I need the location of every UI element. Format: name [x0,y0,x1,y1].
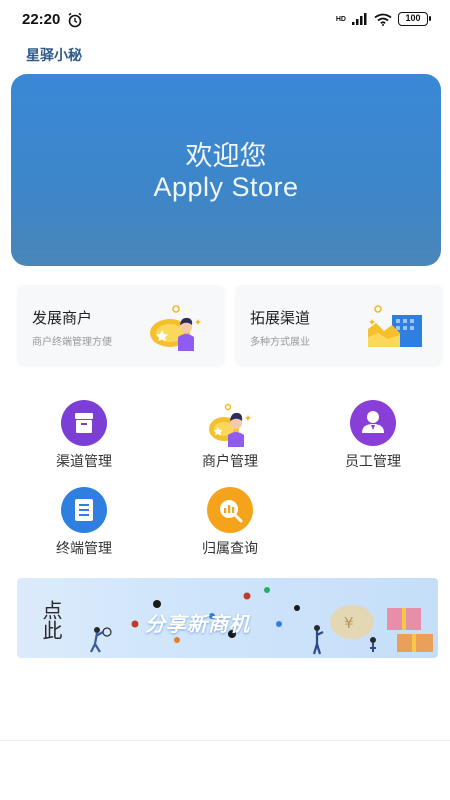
welcome-text: 欢迎您 [185,141,267,172]
expand-channel-card[interactable]: 拓展渠道 多种方式展业 [236,285,442,365]
channel-building-icon [368,305,422,347]
menu-merchant-management[interactable]: 商户管理 [180,399,280,479]
network-type-label: HD [335,15,346,23]
status-bar: 22:20 HD 100 [0,0,450,40]
welcome-banner: 欢迎您 Apply Store [11,74,441,266]
card-title: 发展商户 [32,309,93,327]
staff-icon [350,400,396,446]
card-subtitle: 多种方式展业 [250,337,310,348]
status-time: 22:20 [22,11,61,28]
store-name: Apply Store [153,172,299,202]
svg-text:¥: ¥ [344,614,354,632]
menu-label: 商户管理 [202,454,258,470]
merchant-icon [209,403,251,447]
menu-label: 终端管理 [56,541,112,557]
search-chart-icon [207,487,253,533]
menu-label: 归属查询 [202,541,258,557]
card-title: 拓展渠道 [250,309,311,327]
menu-label: 渠道管理 [56,454,112,470]
menu-label: 员工管理 [345,454,401,470]
battery-indicator: 100 [398,12,431,26]
menu-staff-management[interactable]: 员工管理 [323,399,423,479]
develop-merchant-card[interactable]: 发展商户 商户终端管理方便 [18,285,224,365]
promo-text: 分享新商机 [145,612,250,636]
app-title: 星驿小秘 [26,48,82,64]
signal-icon [352,13,367,25]
promo-banner[interactable]: 点此 ¥ 分享新商机 [17,578,438,658]
promo-calligraphy: 点此 [39,600,63,640]
divider [0,740,450,741]
document-icon [61,487,107,533]
wifi-icon [374,13,392,26]
menu-terminal-management[interactable]: 终端管理 [34,486,134,566]
menu-attribution-query[interactable]: 归属查询 [180,486,280,566]
menu-channel-management[interactable]: 渠道管理 [34,399,134,479]
alarm-clock-icon [68,12,82,28]
person-figure-right [312,625,324,655]
card-subtitle: 商户终端管理方便 [32,337,112,348]
person-figure-left [90,627,112,653]
box-icon [61,400,107,446]
merchant-person-icon [150,305,201,351]
status-indicators: HD 100 [335,12,431,26]
